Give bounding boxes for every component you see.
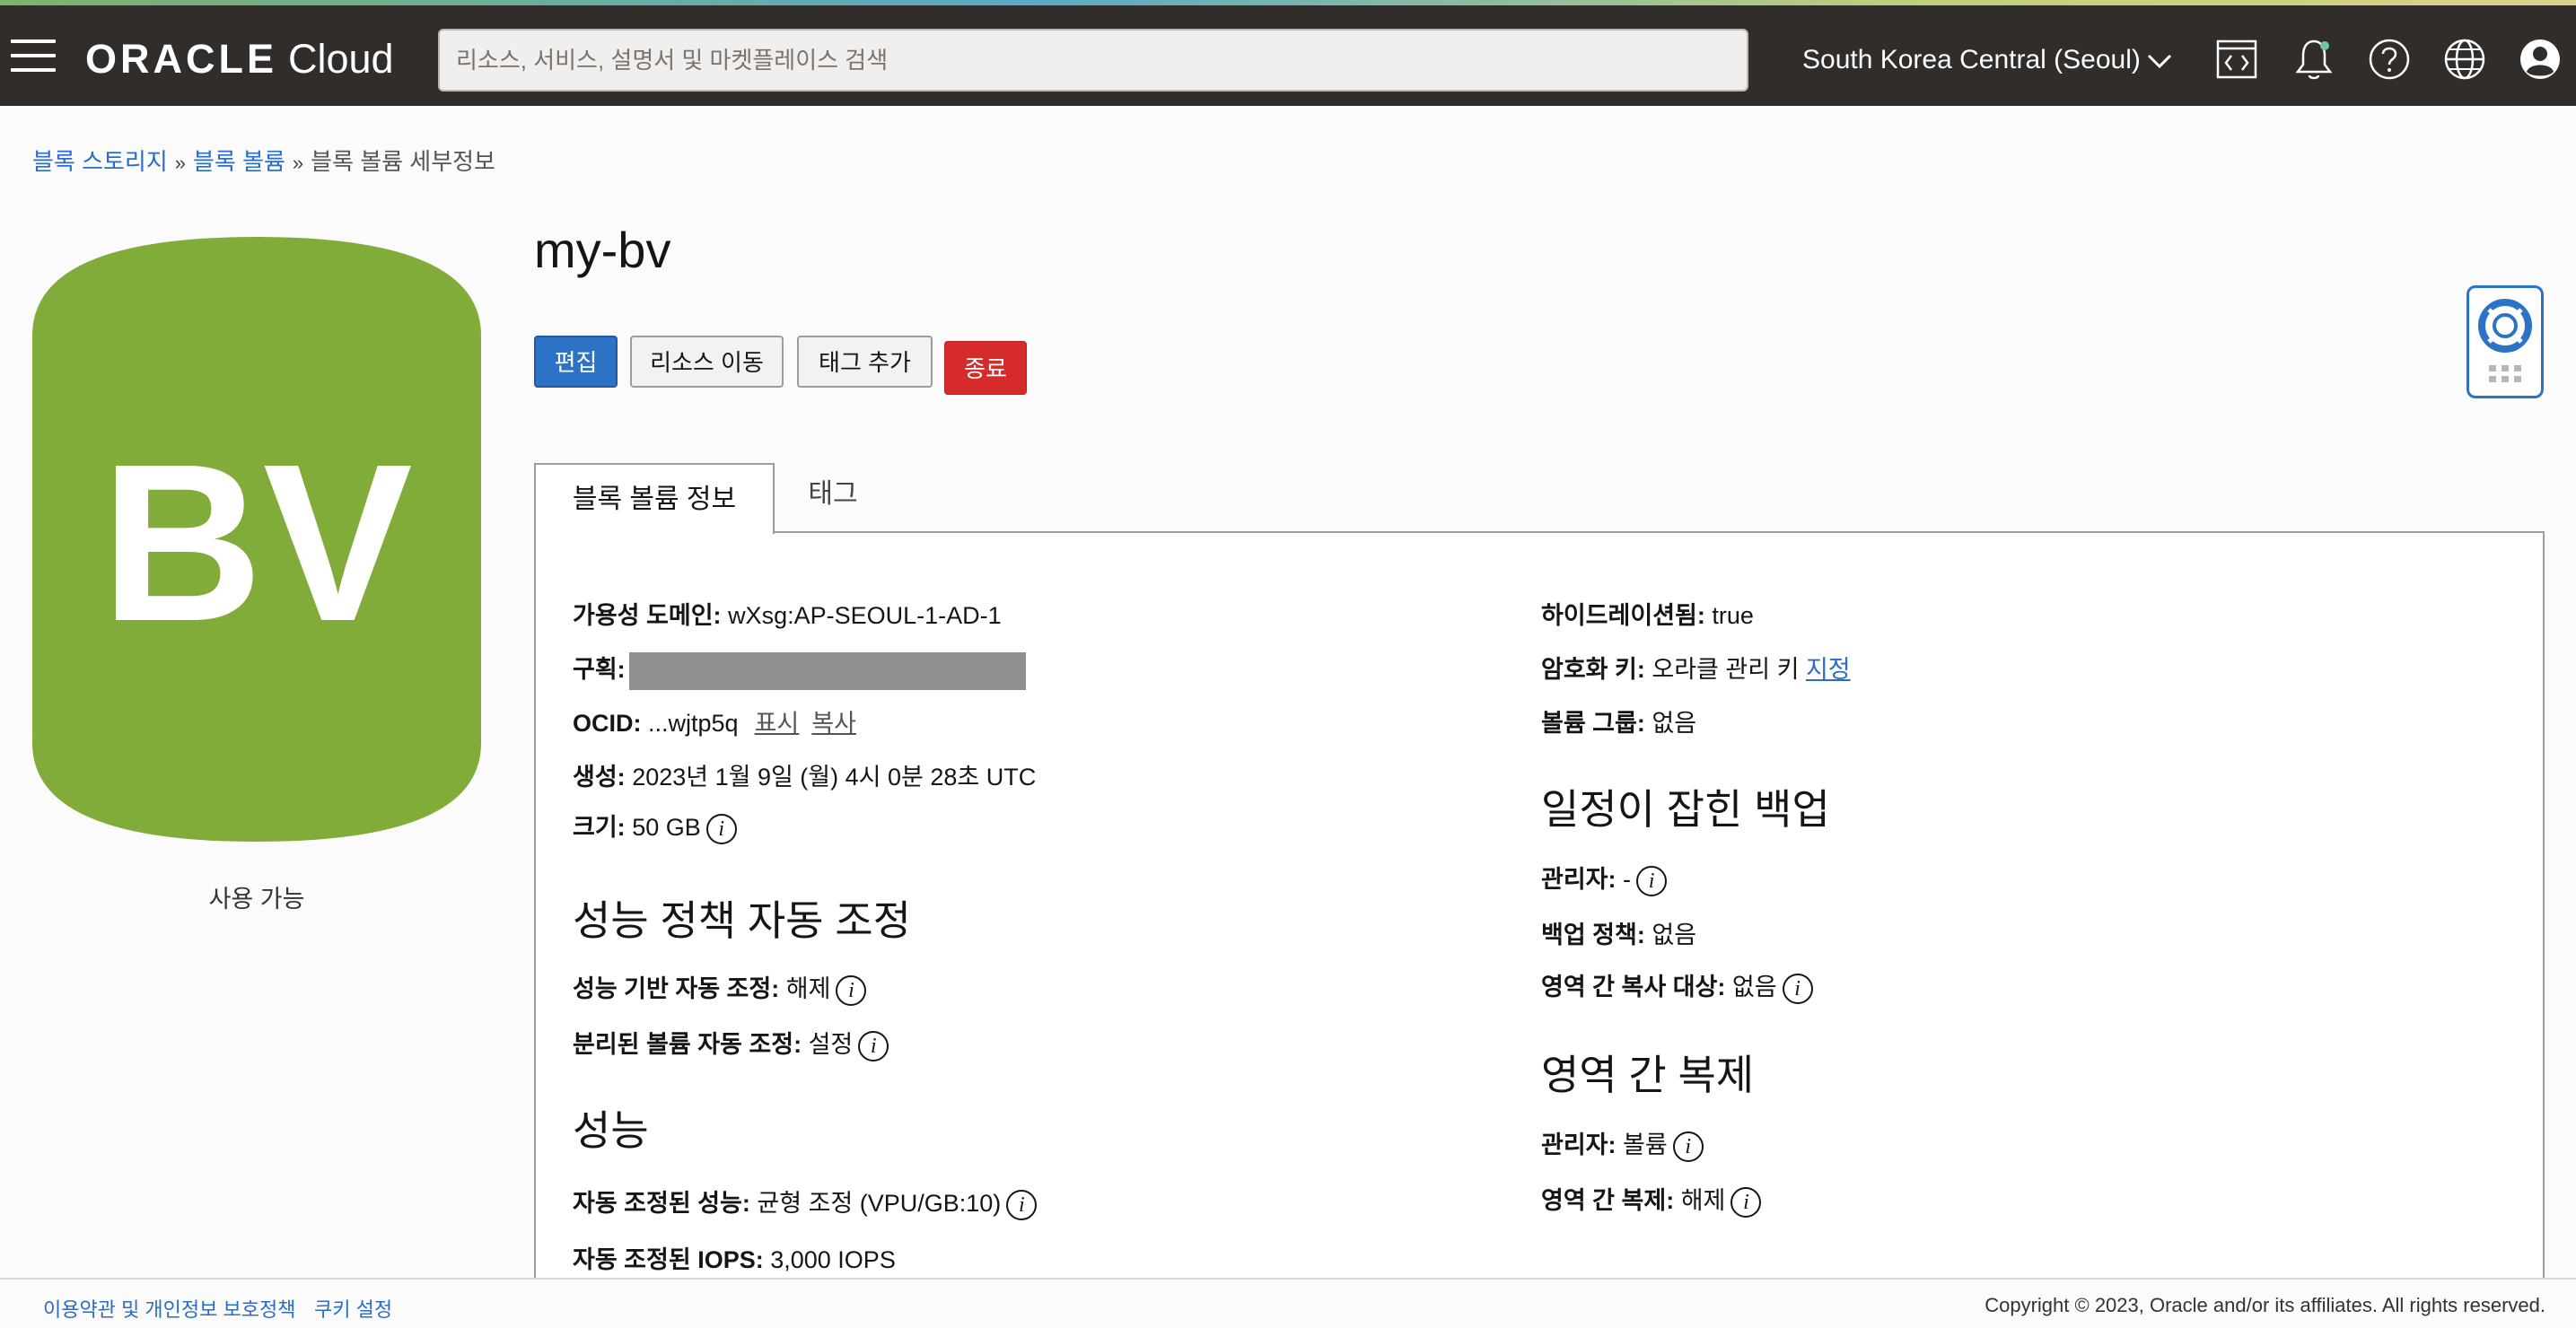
encryption-key-value: 오라클 관리 키 bbox=[1652, 656, 1800, 683]
tab-block-volume-info[interactable]: 블록 볼륨 정보 bbox=[534, 463, 775, 534]
top-navigation-bar: ORACLECloud South Korea Central (Seoul) bbox=[0, 5, 2576, 106]
compartment-row: 구획: bbox=[573, 650, 1026, 690]
add-tags-button[interactable]: 태그 추가 bbox=[797, 336, 933, 388]
region-selector[interactable]: South Korea Central (Seoul) bbox=[1802, 39, 2173, 81]
scheduled-backups-heading: 일정이 잡힌 백업 bbox=[1541, 786, 1830, 833]
page-title: my-bv bbox=[534, 222, 671, 278]
info-icon[interactable]: i bbox=[1730, 1186, 1762, 1218]
info-icon[interactable]: i bbox=[1636, 865, 1668, 896]
region-label: South Korea Central (Seoul) bbox=[1802, 45, 2141, 74]
breadcrumb-separator: » bbox=[174, 152, 186, 174]
breadcrumb-block-storage[interactable]: 블록 스토리지 bbox=[32, 148, 168, 175]
move-resource-button[interactable]: 리소스 이동 bbox=[630, 336, 784, 388]
info-icon[interactable]: i bbox=[858, 1030, 889, 1062]
cross-region-replication-value: 해제 bbox=[1680, 1187, 1726, 1214]
help-icon[interactable] bbox=[2366, 36, 2413, 83]
terminate-button[interactable]: 종료 bbox=[944, 341, 1027, 395]
bell-icon[interactable] bbox=[2291, 36, 2337, 83]
auto-perf-value: 균형 조정 (VPU/GB:10) bbox=[757, 1190, 1002, 1217]
ocid-value: ...wjtp5q bbox=[648, 710, 739, 737]
info-icon[interactable]: i bbox=[836, 974, 867, 1006]
availability-domain-row: 가용성 도메인: wXsg:AP-SEOUL-1-AD-1 bbox=[573, 602, 1002, 629]
breadcrumb: 블록 스토리지 » 블록 볼륨 » 블록 볼륨 세부정보 bbox=[32, 144, 495, 177]
hydrated-value: true bbox=[1712, 602, 1754, 629]
performance-heading: 성능 bbox=[573, 1107, 649, 1154]
cross-region-copy-row: 영역 간 복사 대상: 없음 i bbox=[1541, 967, 1813, 1004]
breadcrumb-current: 블록 볼륨 세부정보 bbox=[311, 148, 495, 175]
lifebuoy-icon bbox=[2478, 299, 2532, 382]
hydrated-row: 하이드레이션됨: true bbox=[1541, 602, 1754, 629]
perf-policy-heading: 성능 정책 자동 조정 bbox=[573, 897, 911, 944]
info-icon[interactable]: i bbox=[1006, 1189, 1038, 1220]
auto-perf-row: 자동 조정된 성능: 균형 조정 (VPU/GB:10) i bbox=[573, 1184, 1038, 1220]
search-input[interactable] bbox=[440, 31, 1747, 90]
cross-region-replication-heading: 영역 간 복제 bbox=[1541, 1052, 1755, 1098]
compartment-redacted-value bbox=[628, 651, 1026, 690]
availability-domain-value: wXsg:AP-SEOUL-1-AD-1 bbox=[728, 602, 1002, 629]
cross-region-replication-row: 영역 간 복제: 해제 i bbox=[1541, 1181, 1762, 1218]
globe-icon[interactable] bbox=[2441, 36, 2488, 83]
breadcrumb-block-volumes[interactable]: 블록 볼륨 bbox=[193, 148, 285, 175]
edit-button[interactable]: 편집 bbox=[534, 336, 618, 388]
created-row: 생성: 2023년 1월 9일 (월) 4시 0분 28초 UTC bbox=[573, 764, 1037, 791]
code-editor-icon[interactable] bbox=[2213, 36, 2260, 83]
perf-autotune-value: 해제 bbox=[785, 975, 831, 1002]
global-search[interactable] bbox=[438, 29, 1748, 92]
created-value: 2023년 1월 9일 (월) 4시 0분 28초 UTC bbox=[632, 764, 1037, 791]
user-icon[interactable] bbox=[2517, 36, 2563, 83]
help-widget[interactable] bbox=[2466, 285, 2544, 398]
encryption-key-row: 암호화 키: 오라클 관리 키 지정 bbox=[1541, 656, 1851, 683]
replication-admin-value: 볼륨 bbox=[1623, 1131, 1668, 1158]
ocid-show-link[interactable]: 표시 bbox=[755, 710, 800, 737]
copyright-text: Copyright © 2023, Oracle and/or its affi… bbox=[1985, 1294, 2545, 1316]
backup-policy-row: 백업 정책: 없음 bbox=[1541, 922, 1697, 948]
auto-iops-row: 자동 조정된 IOPS: 3,000 IOPS bbox=[573, 1246, 896, 1273]
volume-group-row: 볼륨 그룹: 없음 bbox=[1541, 710, 1697, 737]
perf-autotune-row: 성능 기반 자동 조정: 해제 i bbox=[573, 969, 867, 1006]
details-panel: 가용성 도메인: wXsg:AP-SEOUL-1-AD-1 구획: OCID: … bbox=[534, 531, 2545, 1285]
oracle-cloud-logo[interactable]: ORACLE Cloud bbox=[85, 32, 394, 86]
backup-admin-value: - bbox=[1623, 866, 1632, 893]
backup-policy-value: 없음 bbox=[1652, 922, 1697, 948]
auto-iops-value: 3,000 IOPS bbox=[770, 1246, 896, 1273]
info-icon[interactable]: i bbox=[705, 813, 737, 844]
detached-autotune-row: 분리된 볼륨 자동 조정: 설정 i bbox=[573, 1025, 889, 1062]
terms-privacy-link[interactable]: 이용약관 및 개인정보 보호정책 bbox=[43, 1294, 295, 1323]
backup-admin-row: 관리자: -i bbox=[1541, 860, 1668, 896]
replication-admin-row: 관리자: 볼륨 i bbox=[1541, 1125, 1704, 1162]
breadcrumb-separator: » bbox=[292, 152, 304, 174]
cookie-settings-link[interactable]: 쿠키 설정 bbox=[314, 1294, 392, 1323]
cross-region-copy-value: 없음 bbox=[1731, 974, 1777, 1000]
resource-icon-text: BV bbox=[101, 417, 413, 668]
info-icon[interactable]: i bbox=[1672, 1131, 1704, 1162]
chevron-down-icon bbox=[2147, 55, 2171, 69]
ocid-row: OCID: ...wjtp5q 표시 복사 bbox=[573, 710, 856, 737]
size-value: 50 GB bbox=[632, 814, 701, 841]
page-footer: 이용약관 및 개인정보 보호정책 쿠키 설정 Copyright © 2023,… bbox=[0, 1278, 2576, 1328]
size-row: 크기: 50 GB i bbox=[573, 808, 737, 844]
ocid-copy-link[interactable]: 복사 bbox=[811, 710, 856, 737]
menu-icon[interactable] bbox=[11, 39, 56, 75]
info-icon[interactable]: i bbox=[1782, 973, 1813, 1004]
volume-group-value: 없음 bbox=[1652, 710, 1697, 737]
detached-autotune-value: 설정 bbox=[808, 1031, 854, 1058]
resource-status: 사용 가능 bbox=[208, 886, 305, 913]
assign-encryption-key-link[interactable]: 지정 bbox=[1806, 656, 1851, 683]
tab-tags[interactable]: 태그 bbox=[775, 463, 891, 531]
